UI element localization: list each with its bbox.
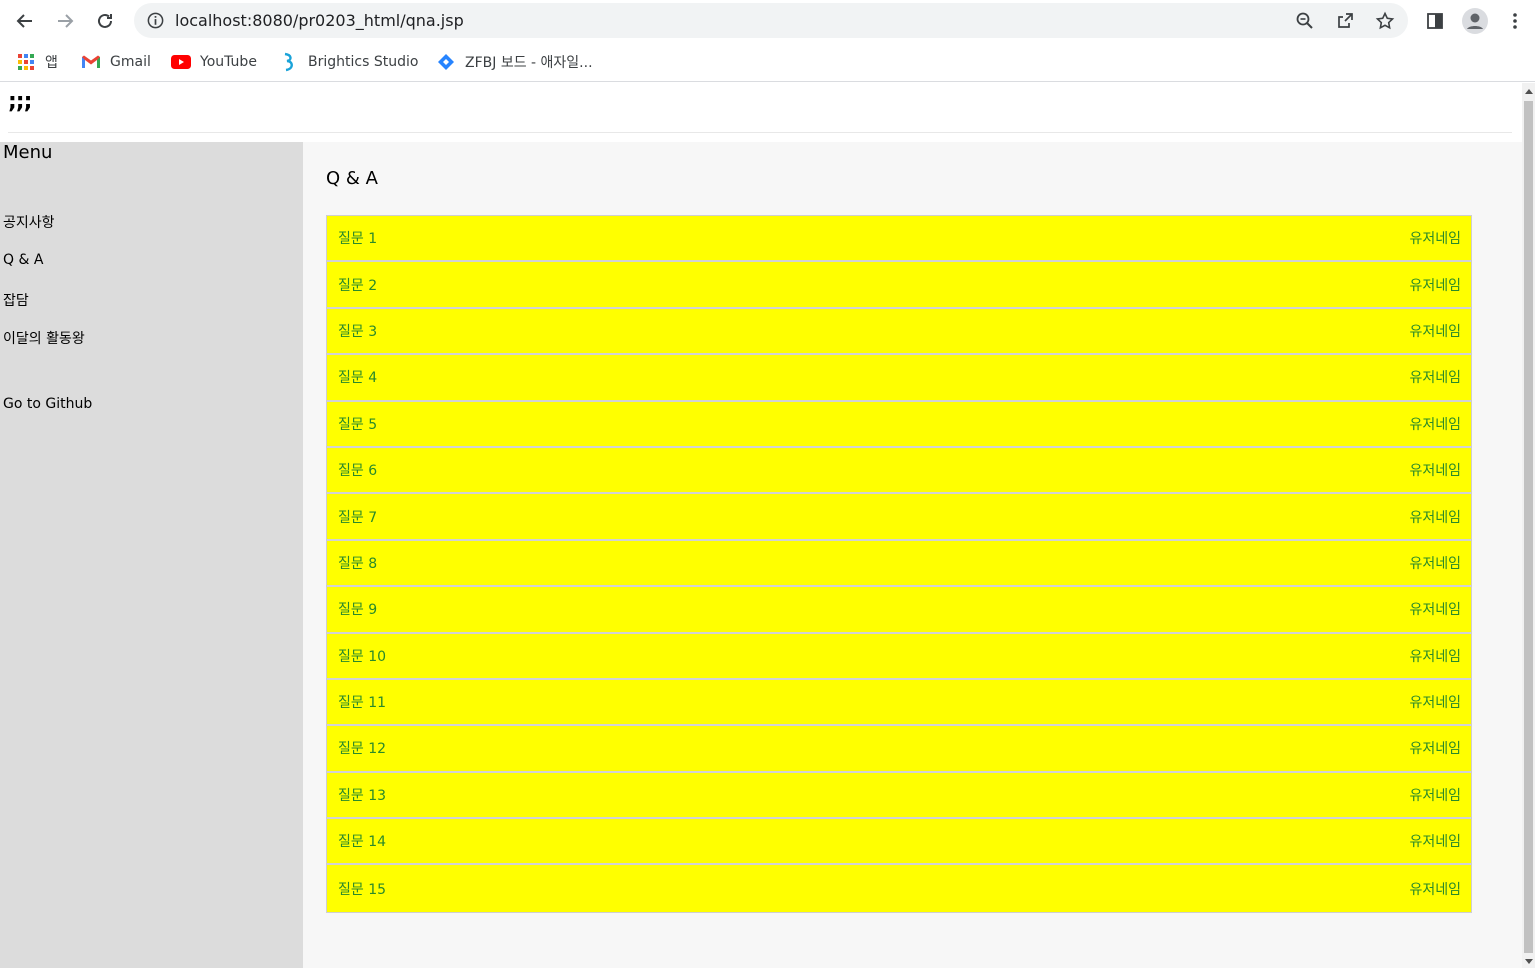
bookmark-label: Brightics Studio [308, 54, 419, 70]
qna-row[interactable]: 질문 4 유저네임 [327, 355, 1471, 402]
question-title[interactable]: 질문 7 [338, 507, 377, 527]
scroll-up-arrow-icon[interactable] [1525, 89, 1533, 94]
bookmarks-bar: 앱 Gmail YouTube Brightics Studio ZFBJ 보드… [0, 42, 1535, 82]
back-arrow-icon [16, 14, 32, 28]
qna-row[interactable]: 질문 8 유저네임 [327, 540, 1471, 588]
question-author: 유저네임 [1409, 463, 1461, 480]
bookmark-label: 앱 [45, 55, 58, 71]
side-panel-icon[interactable] [1422, 8, 1448, 34]
menu-title: Menu [3, 142, 53, 163]
question-author: 유저네임 [1409, 602, 1461, 619]
address-bar[interactable]: localhost:8080/pr0203_html/qna.jsp [134, 3, 1408, 38]
sidebar-item-top-member[interactable]: 이달의 활동왕 [3, 328, 85, 348]
qna-row[interactable]: 질문 10 유저네임 [327, 633, 1471, 680]
question-author: 유저네임 [1409, 695, 1461, 712]
question-title[interactable]: 질문 8 [338, 553, 377, 573]
apps-grid-icon [16, 52, 36, 72]
question-author: 유저네임 [1409, 231, 1461, 248]
question-title[interactable]: 질문 2 [338, 275, 377, 295]
sidebar-item-notice[interactable]: 공지사항 [3, 212, 55, 232]
bookmark-star-icon[interactable] [1374, 10, 1396, 32]
sidebar-item-qna[interactable]: Q & A [3, 252, 43, 268]
bookmark-brightics[interactable]: Brightics Studio [279, 50, 418, 74]
qna-row[interactable]: 질문 15 유저네임 [327, 865, 1471, 912]
bookmark-youtube[interactable]: YouTube [171, 50, 257, 74]
question-title[interactable]: 질문 9 [338, 599, 377, 619]
question-author: 유저네임 [1409, 787, 1461, 804]
question-author: 유저네임 [1409, 370, 1461, 387]
question-title[interactable]: 질문 6 [338, 460, 377, 480]
bookmark-apps[interactable]: 앱 [16, 50, 58, 74]
question-title[interactable]: 질문 3 [338, 321, 377, 341]
url-text[interactable]: localhost:8080/pr0203_html/qna.jsp [175, 11, 464, 30]
bookmark-gmail[interactable]: Gmail [81, 50, 151, 74]
qna-row[interactable]: 질문 3 유저네임 [327, 308, 1471, 356]
qna-row[interactable]: 질문 5 유저네임 [327, 401, 1471, 448]
bookmark-label: YouTube [200, 54, 257, 70]
question-author: 유저네임 [1409, 555, 1461, 572]
qna-row[interactable]: 질문 14 유저네임 [327, 819, 1471, 866]
sidebar-item-chat[interactable]: 잡담 [3, 290, 29, 310]
question-title[interactable]: 질문 13 [338, 785, 386, 805]
site-logo[interactable]: ;;; [8, 89, 32, 114]
forward-button[interactable] [50, 6, 80, 36]
more-menu-icon[interactable] [1502, 8, 1528, 34]
question-author: 유저네임 [1409, 741, 1461, 758]
question-author: 유저네임 [1409, 509, 1461, 526]
question-title[interactable]: 질문 12 [338, 738, 386, 758]
reload-button[interactable] [90, 6, 120, 36]
gmail-icon [81, 52, 101, 72]
reload-icon [98, 13, 112, 28]
bookmark-label: ZFBJ 보드 - 애자일... [465, 55, 593, 71]
question-title[interactable]: 질문 10 [338, 646, 386, 666]
profile-avatar-icon[interactable] [1462, 8, 1488, 34]
scroll-thumb[interactable] [1524, 101, 1533, 953]
scroll-down-arrow-icon[interactable] [1525, 959, 1533, 964]
qna-row[interactable]: 질문 9 유저네임 [327, 587, 1471, 634]
forward-arrow-icon [58, 14, 74, 28]
zoom-icon[interactable] [1294, 10, 1316, 32]
qna-row[interactable]: 질문 13 유저네임 [327, 772, 1471, 820]
question-author: 유저네임 [1409, 881, 1461, 898]
question-title[interactable]: 질문 1 [338, 228, 377, 248]
jira-icon [436, 52, 456, 72]
page-title: Q & A [326, 168, 378, 189]
github-link[interactable]: Go to Github [3, 396, 92, 412]
question-title[interactable]: 질문 4 [338, 367, 377, 387]
question-author: 유저네임 [1409, 834, 1461, 851]
qna-row[interactable]: 질문 12 유저네임 [327, 726, 1471, 773]
page-viewport: ;;; Menu 공지사항 Q & A 잡담 이달의 활동왕 Go to Git… [0, 83, 1522, 968]
qna-row[interactable]: 질문 1 유저네임 [327, 216, 1471, 263]
bookmark-label: Gmail [110, 54, 151, 70]
site-info-icon[interactable] [146, 11, 165, 30]
back-button[interactable] [10, 6, 40, 36]
share-icon[interactable] [1334, 10, 1356, 32]
question-title[interactable]: 질문 15 [338, 879, 386, 899]
browser-toolbar: localhost:8080/pr0203_html/qna.jsp [0, 0, 1535, 42]
question-title[interactable]: 질문 5 [338, 414, 377, 434]
qna-row[interactable]: 질문 2 유저네임 [327, 262, 1471, 309]
question-title[interactable]: 질문 14 [338, 831, 386, 851]
qna-row[interactable]: 질문 6 유저네임 [327, 447, 1471, 495]
brightics-icon [279, 52, 299, 72]
vertical-scrollbar[interactable] [1522, 83, 1535, 968]
qna-row[interactable]: 질문 7 유저네임 [327, 494, 1471, 541]
question-author: 유저네임 [1409, 416, 1461, 433]
question-author: 유저네임 [1409, 323, 1461, 340]
bookmark-zfbj[interactable]: ZFBJ 보드 - 애자일... [436, 50, 593, 74]
sidebar: Menu 공지사항 Q & A 잡담 이달의 활동왕 Go to Github [0, 142, 303, 968]
youtube-icon [171, 52, 191, 72]
question-author: 유저네임 [1409, 277, 1461, 294]
qna-row[interactable]: 질문 11 유저네임 [327, 679, 1471, 727]
question-author: 유저네임 [1409, 648, 1461, 665]
qna-list: 질문 1 유저네임 질문 2 유저네임 질문 3 유저네임 질문 4 유저네임 질문 5 유저네임… [326, 215, 1472, 913]
site-header: ;;; [8, 83, 1512, 133]
question-title[interactable]: 질문 11 [338, 692, 386, 712]
main-content: Q & A 질문 1 유저네임 질문 2 유저네임 질문 3 유저네임 질문 4 유저네임 질문… [303, 142, 1522, 968]
